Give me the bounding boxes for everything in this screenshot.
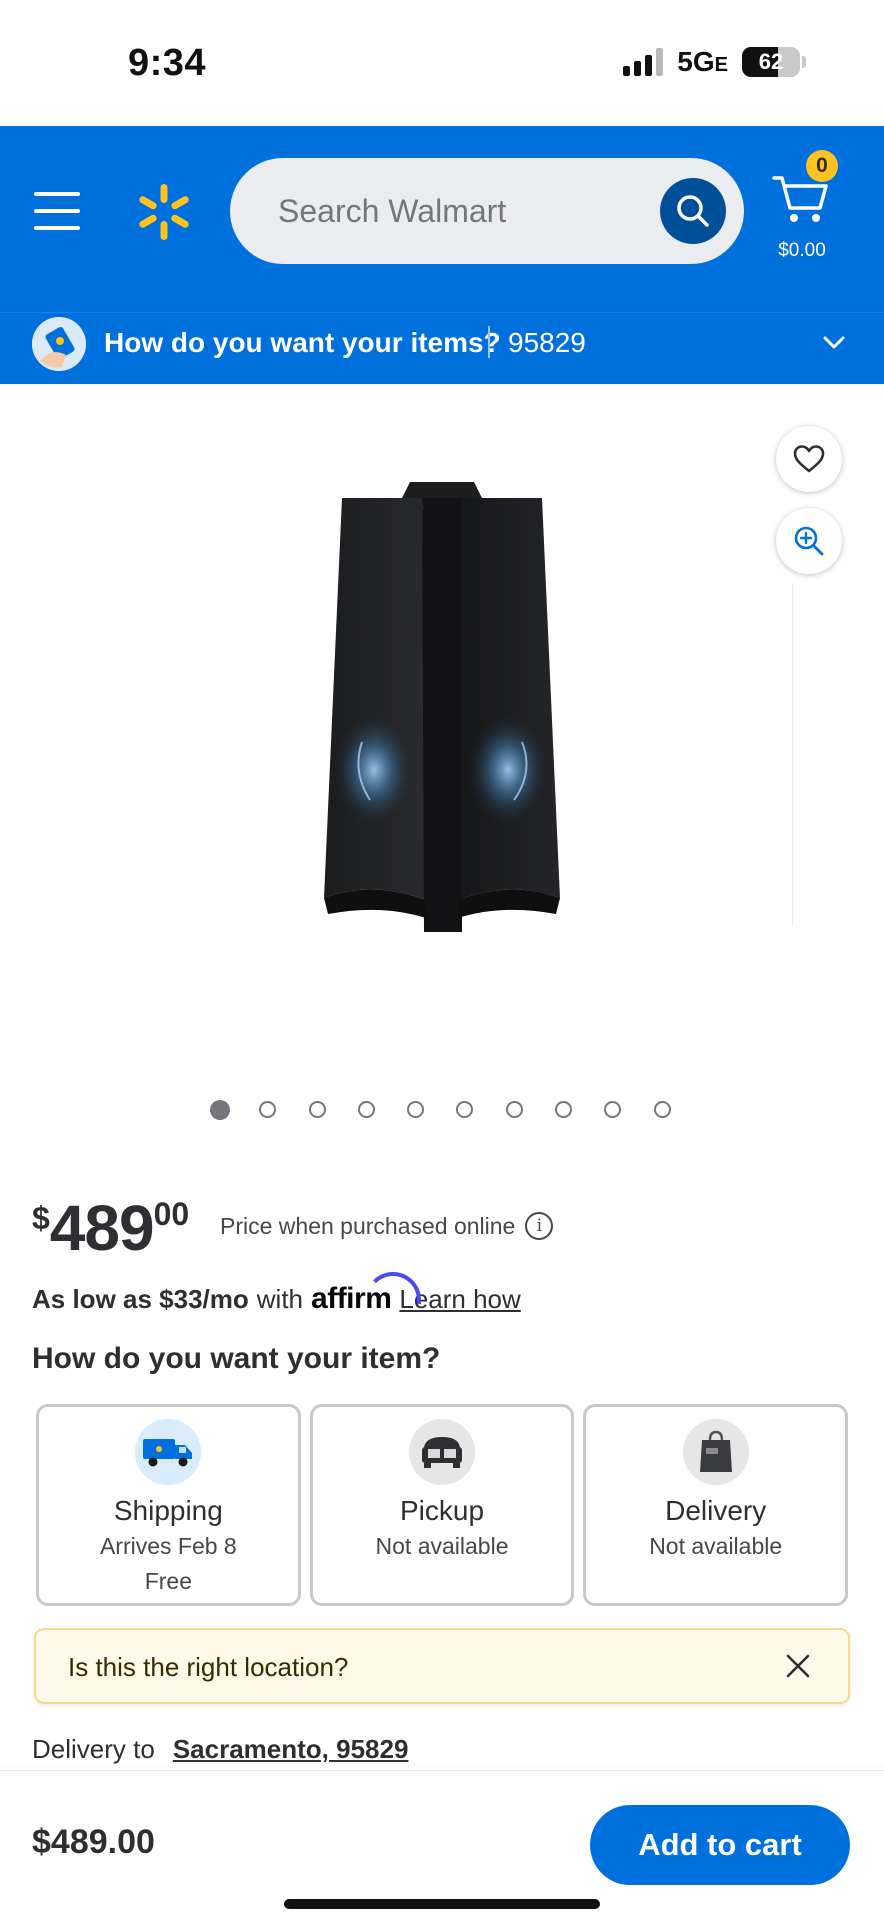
location-alert-text: Is this the right location?	[68, 1652, 349, 1682]
gallery-dot[interactable]	[456, 1100, 505, 1120]
product-image[interactable]	[322, 480, 562, 940]
info-icon[interactable]: i	[525, 1212, 554, 1240]
cart-count-badge: 0	[806, 150, 838, 182]
network-type: 5GE	[677, 46, 728, 78]
battery-percent: 62	[758, 49, 784, 74]
gallery-dot[interactable]	[357, 1100, 407, 1120]
network-label: 5G	[677, 46, 715, 77]
shipping-option[interactable]: Shipping Arrives Feb 8 Free	[36, 1404, 301, 1606]
price-cents: 00	[153, 1196, 190, 1232]
search-button[interactable]	[660, 178, 726, 244]
price-whole: 489	[49, 1192, 155, 1264]
status-time: 9:34	[128, 42, 207, 84]
fulfillment-title: How do you want your item?	[32, 1342, 441, 1375]
product-gallery	[0, 384, 884, 1084]
affirm-logo: affirm	[311, 1272, 422, 1316]
truck-icon	[135, 1419, 202, 1485]
status-bar: 9:34 5GE 62	[0, 0, 884, 126]
cart-total: $0.00	[778, 240, 826, 261]
pickup-title: Pickup	[399, 1495, 485, 1526]
bag-icon	[682, 1419, 749, 1485]
location-alert: Is this the right location?	[34, 1628, 850, 1704]
gallery-dot[interactable]	[555, 1100, 604, 1120]
delivery-city-link[interactable]: Sacramento, 95829	[173, 1734, 409, 1765]
fulfillment-avatar-icon	[32, 317, 86, 371]
gallery-divider	[792, 584, 793, 926]
gallery-dot[interactable]	[653, 1100, 703, 1120]
close-icon[interactable]	[784, 1652, 812, 1680]
financing-amount: As low as $33/mo	[32, 1284, 249, 1314]
gallery-pagination	[210, 1100, 703, 1120]
gallery-dot[interactable]	[259, 1100, 308, 1120]
financing-line: As low as $33/mo with affirm Learn how	[32, 1272, 521, 1316]
location-separator	[488, 326, 490, 358]
home-indicator	[284, 1899, 600, 1909]
gallery-dot[interactable]	[505, 1100, 555, 1120]
financing-with: with	[256, 1284, 304, 1314]
network-suffix: E	[714, 54, 728, 76]
affirm-arc	[365, 1272, 422, 1304]
shipping-cost: Free	[144, 1568, 192, 1594]
bottom-price: $489.00	[32, 1823, 155, 1861]
fulfillment-options: Shipping Arrives Feb 8 Free Pickup Not a…	[36, 1404, 849, 1606]
location-zip: 95829	[508, 327, 586, 358]
bottom-bar: $489.00 Add to cart	[0, 1770, 884, 1920]
location-prompt: How do you want your items?	[104, 327, 501, 358]
add-to-cart-button[interactable]: Add to cart	[590, 1805, 850, 1885]
gallery-dot[interactable]	[407, 1100, 456, 1120]
pickup-option[interactable]: Pickup Not available	[309, 1404, 575, 1606]
pickup-availability: Not available	[375, 1533, 509, 1559]
favorite-button[interactable]	[776, 426, 842, 492]
delivery-availability: Not available	[649, 1533, 783, 1559]
battery-tip	[802, 56, 806, 68]
zoom-in-icon	[794, 526, 824, 556]
cart-button[interactable]: 0 $0.00	[770, 150, 870, 272]
heart-icon	[793, 445, 825, 473]
gallery-dot[interactable]	[308, 1100, 358, 1120]
cellular-signal-icon	[623, 48, 664, 76]
search-input[interactable]	[278, 158, 638, 264]
status-indicators: 5GE 62	[623, 46, 806, 78]
search-bar	[230, 158, 744, 264]
delivery-location: Delivery to Sacramento, 95829	[32, 1734, 408, 1765]
search-icon	[677, 195, 709, 227]
delivery-option[interactable]: Delivery Not available	[583, 1404, 849, 1606]
battery-icon: 62	[742, 47, 800, 77]
gallery-dot[interactable]	[210, 1100, 259, 1120]
price-note-text: Price when purchased online	[220, 1212, 516, 1239]
walmart-spark-logo[interactable]	[134, 182, 194, 242]
zoom-button[interactable]	[776, 508, 842, 574]
gallery-dot[interactable]	[604, 1100, 653, 1120]
shipping-arrival: Arrives Feb 8	[99, 1533, 237, 1559]
car-trunk-icon	[409, 1419, 475, 1485]
product-price: $ 489 00	[32, 1192, 189, 1260]
chevron-down-icon	[823, 336, 845, 349]
menu-icon[interactable]	[34, 192, 80, 230]
price-currency: $	[32, 1200, 50, 1236]
price-note: Price when purchased online i	[220, 1212, 554, 1240]
delivery-label: Delivery to	[32, 1734, 155, 1764]
location-selector[interactable]: How do you want your items? 95829	[0, 312, 884, 384]
shipping-title: Shipping	[113, 1495, 223, 1526]
header: 0 $0.00	[0, 126, 884, 312]
delivery-title: Delivery	[665, 1495, 767, 1526]
